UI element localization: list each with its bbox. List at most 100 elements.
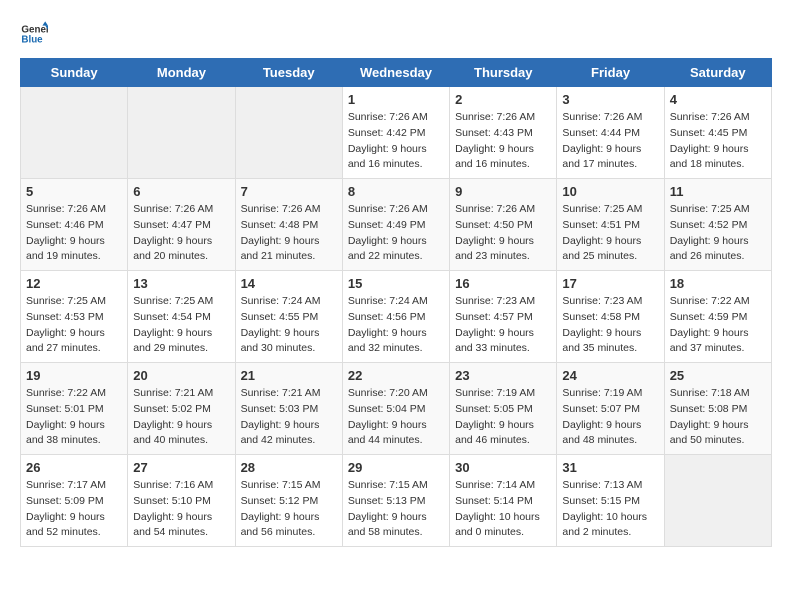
day-number: 1 [348,92,444,107]
day-info: Sunrise: 7:26 AMSunset: 4:43 PMDaylight:… [455,110,551,173]
calendar-cell: 4 Sunrise: 7:26 AMSunset: 4:45 PMDaylight… [664,87,771,179]
calendar-cell: 21 Sunrise: 7:21 AMSunset: 5:03 PMDayligh… [235,363,342,455]
calendar-cell: 8 Sunrise: 7:26 AMSunset: 4:49 PMDaylight… [342,179,449,271]
day-info: Sunrise: 7:25 AMSunset: 4:52 PMDaylight:… [670,202,766,265]
day-info: Sunrise: 7:26 AMSunset: 4:50 PMDaylight:… [455,202,551,265]
header-row: SundayMondayTuesdayWednesdayThursdayFrid… [21,59,772,87]
calendar-cell: 20 Sunrise: 7:21 AMSunset: 5:02 PMDayligh… [128,363,235,455]
calendar-cell: 7Sunrise: 7:26 AMSunset: 4:48 PMDaylight… [235,179,342,271]
svg-text:Blue: Blue [21,34,43,45]
day-number: 28 [241,460,337,475]
day-info: Sunrise: 7:26 AMSunset: 4:47 PMDaylight:… [133,202,229,265]
day-number: 23 [455,368,551,383]
day-info: Sunrise: 7:21 AMSunset: 5:03 PMDaylight:… [241,386,337,449]
day-number: 8 [348,184,444,199]
calendar-week-row: 19 Sunrise: 7:22 AMSunset: 5:01 PMDayligh… [21,363,772,455]
calendar-table: SundayMondayTuesdayWednesdayThursdayFrid… [20,58,772,547]
calendar-cell: 28 Sunrise: 7:15 AMSunset: 5:12 PMDayligh… [235,455,342,547]
day-info: Sunrise: 7:25 AMSunset: 4:54 PMDaylight:… [133,294,229,357]
day-info: Sunrise: 7:21 AMSunset: 5:02 PMDaylight:… [133,386,229,449]
day-number: 6 [133,184,229,199]
calendar-cell: 11 Sunrise: 7:25 AMSunset: 4:52 PMDayligh… [664,179,771,271]
calendar-cell: 25Sunrise: 7:18 AMSunset: 5:08 PMDayligh… [664,363,771,455]
header-day: Wednesday [342,59,449,87]
day-number: 21 [241,368,337,383]
day-info: Sunrise: 7:19 AMSunset: 5:07 PMDaylight:… [562,386,658,449]
day-info: Sunrise: 7:26 AMSunset: 4:44 PMDaylight:… [562,110,658,173]
calendar-week-row: 5 Sunrise: 7:26 AMSunset: 4:46 PMDaylight… [21,179,772,271]
day-number: 17 [562,276,658,291]
calendar-cell: 19 Sunrise: 7:22 AMSunset: 5:01 PMDayligh… [21,363,128,455]
calendar-cell: 17 Sunrise: 7:23 AMSunset: 4:58 PMDayligh… [557,271,664,363]
calendar-cell: 1 Sunrise: 7:26 AMSunset: 4:42 PMDaylight… [342,87,449,179]
calendar-cell: 18Sunrise: 7:22 AMSunset: 4:59 PMDayligh… [664,271,771,363]
day-info: Sunrise: 7:23 AMSunset: 4:57 PMDaylight:… [455,294,551,357]
calendar-cell: 2 Sunrise: 7:26 AMSunset: 4:43 PMDaylight… [450,87,557,179]
calendar-week-row: 1 Sunrise: 7:26 AMSunset: 4:42 PMDaylight… [21,87,772,179]
day-info: Sunrise: 7:26 AMSunset: 4:46 PMDaylight:… [26,202,122,265]
calendar-cell: 3 Sunrise: 7:26 AMSunset: 4:44 PMDaylight… [557,87,664,179]
calendar-cell: 13 Sunrise: 7:25 AMSunset: 4:54 PMDayligh… [128,271,235,363]
calendar-cell: 10 Sunrise: 7:25 AMSunset: 4:51 PMDayligh… [557,179,664,271]
day-number: 4 [670,92,766,107]
calendar-cell: 15Sunrise: 7:24 AMSunset: 4:56 PMDayligh… [342,271,449,363]
day-info: Sunrise: 7:25 AMSunset: 4:51 PMDaylight:… [562,202,658,265]
calendar-week-row: 12Sunrise: 7:25 AMSunset: 4:53 PMDayligh… [21,271,772,363]
day-number: 29 [348,460,444,475]
calendar-cell: 6 Sunrise: 7:26 AMSunset: 4:47 PMDaylight… [128,179,235,271]
day-info: Sunrise: 7:15 AMSunset: 5:13 PMDaylight:… [348,478,444,541]
header-day: Tuesday [235,59,342,87]
day-info: Sunrise: 7:16 AMSunset: 5:10 PMDaylight:… [133,478,229,541]
day-info: Sunrise: 7:26 AMSunset: 4:42 PMDaylight:… [348,110,444,173]
calendar-cell: 5 Sunrise: 7:26 AMSunset: 4:46 PMDaylight… [21,179,128,271]
header-day: Thursday [450,59,557,87]
day-info: Sunrise: 7:15 AMSunset: 5:12 PMDaylight:… [241,478,337,541]
calendar-cell: 27 Sunrise: 7:16 AMSunset: 5:10 PMDayligh… [128,455,235,547]
day-info: Sunrise: 7:14 AMSunset: 5:14 PMDaylight:… [455,478,551,541]
day-number: 13 [133,276,229,291]
calendar-cell [664,455,771,547]
calendar-cell: 30 Sunrise: 7:14 AMSunset: 5:14 PMDayligh… [450,455,557,547]
calendar-cell: 16Sunrise: 7:23 AMSunset: 4:57 PMDayligh… [450,271,557,363]
day-number: 9 [455,184,551,199]
header-day: Friday [557,59,664,87]
day-number: 14 [241,276,337,291]
day-info: Sunrise: 7:22 AMSunset: 4:59 PMDaylight:… [670,294,766,357]
day-info: Sunrise: 7:23 AMSunset: 4:58 PMDaylight:… [562,294,658,357]
calendar-cell: 22 Sunrise: 7:20 AMSunset: 5:04 PMDayligh… [342,363,449,455]
day-info: Sunrise: 7:22 AMSunset: 5:01 PMDaylight:… [26,386,122,449]
header-day: Sunday [21,59,128,87]
day-number: 19 [26,368,122,383]
day-number: 3 [562,92,658,107]
calendar-cell: 23 Sunrise: 7:19 AMSunset: 5:05 PMDayligh… [450,363,557,455]
header-day: Saturday [664,59,771,87]
calendar-cell: 9 Sunrise: 7:26 AMSunset: 4:50 PMDaylight… [450,179,557,271]
calendar-cell: 14Sunrise: 7:24 AMSunset: 4:55 PMDayligh… [235,271,342,363]
day-number: 24 [562,368,658,383]
calendar-cell: 29 Sunrise: 7:15 AMSunset: 5:13 PMDayligh… [342,455,449,547]
page-header: General Blue [20,20,772,48]
day-number: 27 [133,460,229,475]
day-number: 22 [348,368,444,383]
calendar-cell: 12Sunrise: 7:25 AMSunset: 4:53 PMDayligh… [21,271,128,363]
calendar-cell [128,87,235,179]
day-info: Sunrise: 7:26 AMSunset: 4:48 PMDaylight:… [241,202,337,265]
day-info: Sunrise: 7:26 AMSunset: 4:49 PMDaylight:… [348,202,444,265]
day-info: Sunrise: 7:26 AMSunset: 4:45 PMDaylight:… [670,110,766,173]
day-number: 11 [670,184,766,199]
day-info: Sunrise: 7:20 AMSunset: 5:04 PMDaylight:… [348,386,444,449]
calendar-cell [21,87,128,179]
day-number: 5 [26,184,122,199]
calendar-cell [235,87,342,179]
day-number: 10 [562,184,658,199]
day-number: 15 [348,276,444,291]
day-info: Sunrise: 7:17 AMSunset: 5:09 PMDaylight:… [26,478,122,541]
day-number: 30 [455,460,551,475]
day-number: 31 [562,460,658,475]
calendar-week-row: 26 Sunrise: 7:17 AMSunset: 5:09 PMDayligh… [21,455,772,547]
day-number: 26 [26,460,122,475]
day-number: 20 [133,368,229,383]
calendar-cell: 26 Sunrise: 7:17 AMSunset: 5:09 PMDayligh… [21,455,128,547]
day-info: Sunrise: 7:19 AMSunset: 5:05 PMDaylight:… [455,386,551,449]
day-number: 2 [455,92,551,107]
